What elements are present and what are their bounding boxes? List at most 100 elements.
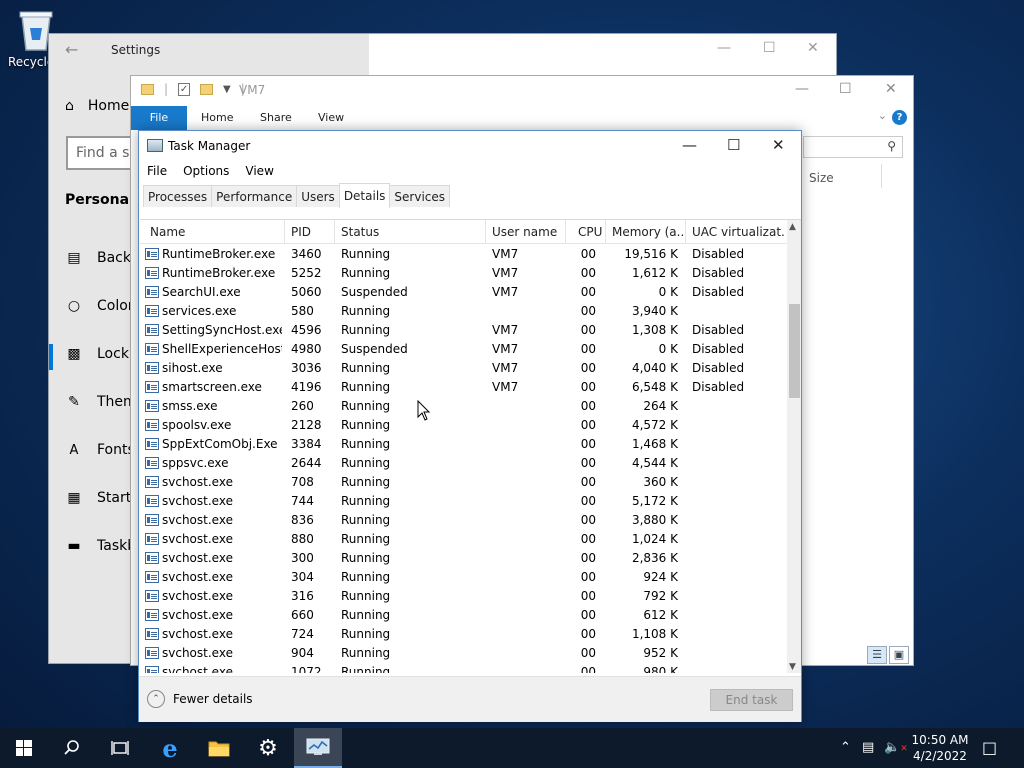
ribbon-tab-home[interactable]: Home	[201, 111, 233, 124]
minimize-icon[interactable]: —	[717, 40, 731, 56]
settings-button[interactable]: ⚙	[244, 728, 292, 768]
menu-file[interactable]: File	[139, 163, 175, 183]
scroll-down-icon[interactable]: ▼	[789, 662, 796, 672]
column-header-status[interactable]: Status	[341, 225, 379, 239]
explorer-search-input[interactable]: ⚲	[803, 136, 903, 158]
table-row[interactable]: svchost.exe 744 Running 00 5,172 K	[140, 492, 787, 511]
settings-item-themes[interactable]: ✎ Them	[65, 394, 137, 410]
column-header-size[interactable]: Size	[809, 171, 834, 185]
internet-explorer-button[interactable]: e	[146, 728, 194, 768]
table-row[interactable]: spoolsv.exe 2128 Running 00 4,572 K	[140, 416, 787, 435]
table-row[interactable]: svchost.exe 708 Running 00 360 K	[140, 473, 787, 492]
cell-cpu: 00	[580, 304, 596, 318]
tab-users[interactable]: Users	[296, 185, 340, 207]
end-task-button[interactable]: End task	[710, 689, 793, 711]
table-row[interactable]: svchost.exe 724 Running 00 1,108 K	[140, 625, 787, 644]
customize-toolbar-icon[interactable]: ▼	[223, 84, 231, 95]
table-row[interactable]: sihost.exe 3036 Running VM7 00 4,040 K Disable…	[140, 359, 787, 378]
settings-item-colors[interactable]: ○ Color	[65, 298, 134, 314]
start-button[interactable]	[0, 728, 48, 768]
settings-item-taskbar[interactable]: ▬ Taskb	[65, 538, 136, 554]
column-header-uac[interactable]: UAC virtualizat...	[692, 225, 786, 239]
ribbon-tab-share[interactable]: Share	[260, 111, 292, 124]
column-header-user-name[interactable]: User name	[492, 225, 557, 239]
volume-muted-icon[interactable]: 🔈✕	[884, 740, 908, 755]
table-row[interactable]: svchost.exe 316 Running 00 792 K	[140, 587, 787, 606]
maximize-icon[interactable]: ☐	[763, 40, 776, 56]
table-row[interactable]: RuntimeBroker.exe 3460 Running VM7 00 19,516 …	[140, 245, 787, 264]
settings-titlebar[interactable]: ← Settings — ☐ ✕	[49, 34, 836, 66]
details-view-icon[interactable]: ☰	[867, 646, 887, 664]
cell-name: services.exe	[162, 304, 237, 318]
cell-uac: Disabled	[692, 247, 745, 261]
scrollbar-thumb[interactable]	[789, 304, 800, 398]
explorer-close-icon[interactable]: ✕	[885, 81, 897, 97]
tm-minimize-icon[interactable]: —	[682, 136, 697, 154]
table-row[interactable]: RuntimeBroker.exe 5252 Running VM7 00 1,612 K…	[140, 264, 787, 283]
cell-name: svchost.exe	[162, 475, 233, 489]
table-row[interactable]: ShellExperienceHost.... 4980 Suspended VM7 0…	[140, 340, 787, 359]
close-icon[interactable]: ✕	[807, 40, 819, 56]
cell-cpu: 00	[580, 551, 596, 565]
cell-name: smss.exe	[162, 399, 218, 413]
taskbar-clock[interactable]: 10:50 AM 4/2/2022	[908, 732, 972, 764]
table-row[interactable]: sppsvc.exe 2644 Running 00 4,544 K	[140, 454, 787, 473]
taskbar-search-button[interactable]	[48, 728, 96, 768]
task-manager-window[interactable]: Task Manager — ☐ ✕ File Options View Pro…	[138, 130, 802, 722]
menu-options[interactable]: Options	[175, 163, 237, 183]
vertical-scrollbar[interactable]: ▲ ▼	[787, 220, 801, 673]
large-icons-view-icon[interactable]: ▣	[889, 646, 909, 664]
explorer-minimize-icon[interactable]: —	[795, 81, 809, 97]
table-row[interactable]: svchost.exe 880 Running 00 1,024 K	[140, 530, 787, 549]
settings-item-background[interactable]: ▤ Backg	[65, 250, 140, 266]
scroll-up-icon[interactable]: ▲	[789, 222, 796, 232]
task-view-button[interactable]	[96, 728, 144, 768]
task-manager-footer: ⌃ Fewer details End task	[139, 676, 801, 722]
menu-view[interactable]: View	[237, 163, 281, 183]
cell-uac: Disabled	[692, 285, 745, 299]
task-manager-titlebar[interactable]: Task Manager — ☐ ✕	[139, 131, 801, 161]
settings-item-start[interactable]: ▦ Start	[65, 490, 131, 506]
settings-item-fonts[interactable]: A Fonts	[65, 442, 135, 458]
task-manager-menubar: File Options View	[139, 163, 282, 183]
table-row[interactable]: SppExtComObj.Exe 3384 Running 00 1,468 K	[140, 435, 787, 454]
action-center-notification-icon[interactable]: □	[982, 738, 997, 757]
table-row[interactable]: svchost.exe 836 Running 00 3,880 K	[140, 511, 787, 530]
properties-check-icon[interactable]: ✓	[178, 82, 191, 96]
file-explorer-button[interactable]	[195, 728, 243, 768]
fewer-details-button[interactable]: ⌃ Fewer details	[147, 690, 253, 708]
table-row[interactable]: svchost.exe 904 Running 00 952 K	[140, 644, 787, 663]
column-header-pid[interactable]: PID	[291, 225, 311, 239]
table-row[interactable]: svchost.exe 304 Running 00 924 K	[140, 568, 787, 587]
ribbon-tab-view[interactable]: View	[318, 111, 344, 124]
new-folder-icon[interactable]	[200, 83, 214, 95]
table-row[interactable]: svchost.exe 660 Running 00 612 K	[140, 606, 787, 625]
task-manager-taskbar-button[interactable]	[294, 728, 342, 768]
help-icon[interactable]: ?	[892, 110, 907, 125]
column-header-name[interactable]: Name	[150, 225, 185, 239]
table-row[interactable]: svchost.exe 300 Running 00 2,836 K	[140, 549, 787, 568]
settings-home[interactable]: ⌂ Home	[65, 98, 129, 114]
table-row[interactable]: smartscreen.exe 4196 Running VM7 00 6,548 K Di…	[140, 378, 787, 397]
tab-processes[interactable]: Processes	[143, 185, 213, 207]
table-row[interactable]: services.exe 580 Running 00 3,940 K	[140, 302, 787, 321]
ribbon-tab-file[interactable]: File	[131, 106, 187, 130]
column-header-cpu[interactable]: CPU	[578, 225, 602, 239]
table-row[interactable]: SettingSyncHost.exe 4596 Running VM7 00 1,308…	[140, 321, 787, 340]
back-arrow-icon[interactable]: ←	[65, 40, 78, 59]
show-hidden-icons-chevron-icon[interactable]: ⌃	[840, 740, 851, 755]
column-header-memory[interactable]: Memory (a...	[612, 225, 684, 239]
tab-performance[interactable]: Performance	[211, 185, 298, 207]
network-icon[interactable]: ▤	[862, 740, 874, 755]
tm-close-icon[interactable]: ✕	[772, 136, 785, 154]
table-row[interactable]: SearchUI.exe 5060 Suspended VM7 00 0 K Disable…	[140, 283, 787, 302]
tab-details[interactable]: Details	[338, 183, 391, 208]
table-row[interactable]: svchost.exe 1072 Running 00 980 K	[140, 663, 787, 673]
cell-uac: Disabled	[692, 361, 745, 375]
cell-pid: 304	[291, 570, 314, 584]
ribbon-expand-chevron-icon[interactable]: ⌄	[878, 109, 887, 122]
tab-services[interactable]: Services	[389, 185, 451, 207]
explorer-maximize-icon[interactable]: ☐	[839, 81, 852, 97]
tm-maximize-icon[interactable]: ☐	[727, 136, 740, 154]
table-row[interactable]: smss.exe 260 Running 00 264 K	[140, 397, 787, 416]
